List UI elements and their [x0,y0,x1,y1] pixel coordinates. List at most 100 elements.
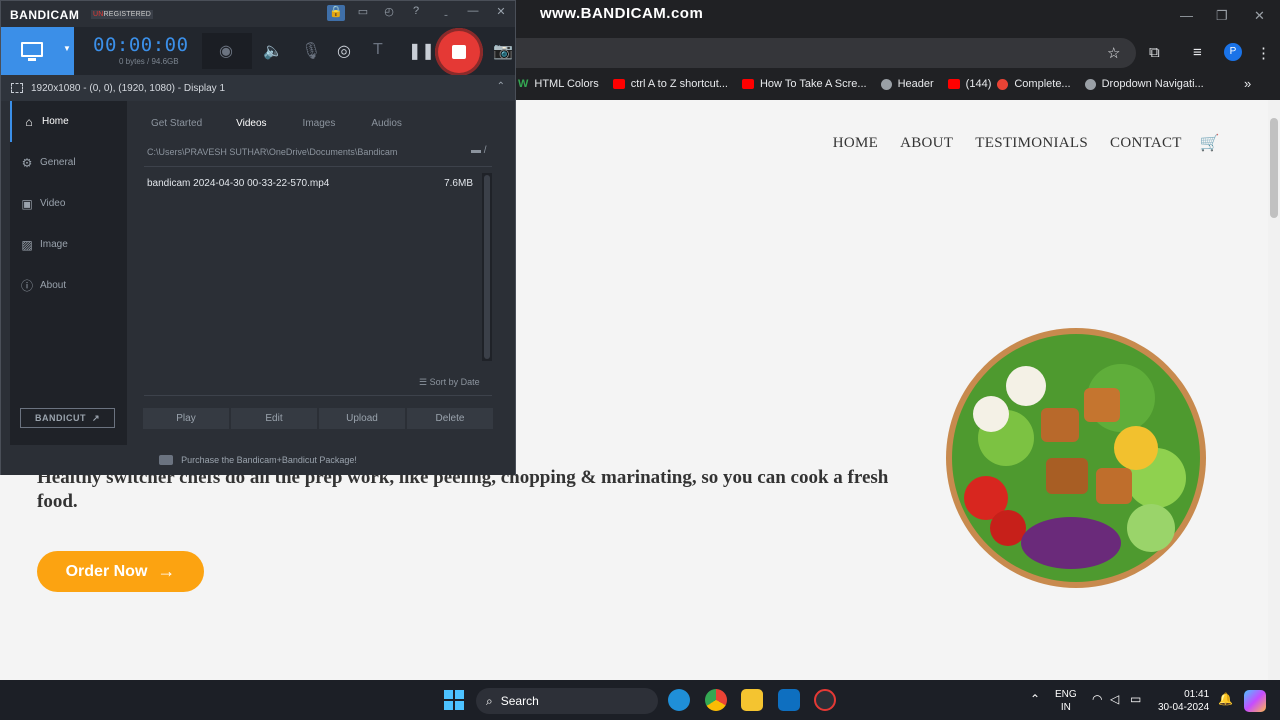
bandicam-watermark: www.BANDICAM.com [540,5,704,22]
address-bar[interactable] [516,38,1136,68]
taskbar-search[interactable]: ⌕ Search [476,688,658,714]
delete-button[interactable]: Delete [407,408,493,429]
bandicam-taskbar-icon[interactable] [814,689,836,711]
vscode-icon[interactable] [778,689,800,711]
profile-avatar[interactable]: P [1224,43,1242,61]
upload-button[interactable]: Upload [319,408,405,429]
purchase-banner[interactable]: Purchase the Bandicam+Bandicut Package! [1,445,515,475]
file-size: 7.6MB [444,178,473,189]
nav-testimonials[interactable]: TESTIMONIALS [975,135,1088,152]
unregistered-prefix: UN [93,11,104,18]
microphone-off-icon[interactable]: 🎙 [301,41,321,61]
speaker-icon[interactable]: 🔈 [263,41,283,61]
battery-icon[interactable]: ▭ [1130,692,1141,706]
edit-button[interactable]: Edit [231,408,317,429]
sidebar-item-general[interactable]: ⚙ General [10,142,127,183]
bookmark-144[interactable]: (144) [947,78,992,90]
close-window-icon[interactable]: ✕ [1254,8,1265,24]
volume-icon[interactable]: ◁ [1110,692,1119,706]
recording-timer: 00:00:00 [93,34,189,56]
chevron-up-icon[interactable]: ⌃ [1030,692,1040,706]
cart-icon[interactable]: 🛒 [1200,133,1220,153]
bookmark-star-icon[interactable]: ☆ [1107,44,1120,62]
sidebar-item-home[interactable]: ⌂ Home [10,101,127,142]
chevron-up-icon[interactable]: ⌃ [497,81,505,92]
bookmark-label: Dropdown Navigati... [1101,78,1204,90]
salad-bowl-image [946,328,1206,588]
open-folder-icon[interactable]: ▬ / [471,145,487,156]
youtube-icon [612,79,625,89]
camera-snapshot-icon[interactable]: 📷 [493,41,513,61]
youtube-icon [947,79,960,89]
text-overlay-icon[interactable]: T [373,41,383,59]
list-icon: ☰ [419,377,428,387]
wifi-icon[interactable]: ◠ [1092,692,1102,706]
bandicut-button[interactable]: BANDICUT ↗ [20,408,115,428]
bookmark-header[interactable]: Header [880,78,934,90]
tab-get-started[interactable]: Get Started [151,118,202,129]
minimize-window-icon[interactable]: — [1180,8,1193,23]
nav-contact[interactable]: CONTACT [1110,135,1182,152]
tab-videos[interactable]: Videos [236,118,266,129]
copilot-icon[interactable] [1244,690,1266,712]
notification-bell-icon[interactable]: 🔔 [1218,692,1233,706]
image-icon: ▨ [21,237,33,252]
output-folder-path[interactable]: C:\Users\PRAVESH SUTHAR\OneDrive\Documen… [147,147,397,157]
sort-by-date[interactable]: ☰ Sort by Date [419,377,480,388]
order-now-button[interactable]: Order Now → [37,551,204,592]
nav-about[interactable]: ABOUT [900,135,953,152]
close-icon[interactable]: ✕ [492,5,510,21]
more-bookmarks-icon[interactable]: » [1244,76,1251,91]
media-control-icon[interactable]: ≡ [1193,44,1202,61]
sidebar-item-image[interactable]: ▨ Image [10,224,127,265]
stop-recording-button[interactable] [435,28,483,76]
minimize-icon[interactable]: — [464,5,482,21]
bookmark-label: HTML Colors [534,78,599,90]
bookmark-label: (144) [965,78,992,90]
pause-icon[interactable]: ❚❚ [408,41,435,61]
order-now-label: Order Now [65,562,148,580]
chat-icon [159,455,174,465]
bookmark-screenshot[interactable]: How To Take A Scre... [741,78,867,90]
clock-time: 01:41 [1184,689,1210,700]
windows-start-icon[interactable] [444,690,464,710]
tab-audios[interactable]: Audios [371,118,402,129]
file-list-scroll-thumb[interactable] [484,175,490,359]
sidebar-item-about[interactable]: ⓘ About [10,265,127,306]
clock[interactable]: 01:41 30-04-2024 [1158,688,1209,714]
language-indicator[interactable]: ENG IN [1055,688,1077,714]
play-button[interactable]: Play [143,408,229,429]
timer-icon[interactable]: ◴ [380,5,398,21]
minimize-to-tray-icon[interactable]: ˍ [437,5,455,21]
search-icon: ⌕ [486,693,493,708]
bookmark-html-colors[interactable]: W HTML Colors [518,78,599,90]
cursor-effect-icon[interactable]: ◎ [337,41,351,61]
screen-mode-button[interactable]: ▼ [1,27,74,75]
folder-icon[interactable]: ▭ [354,5,372,21]
content-tabs: Get Started Videos Images Audios [151,118,402,129]
chevron-down-icon[interactable]: ▼ [63,44,71,53]
lock-icon[interactable]: 🔒 [327,5,345,21]
divider [144,395,492,396]
chrome-menu-icon[interactable]: ⋮ [1256,44,1271,62]
monitor-stand [28,58,36,61]
file-row[interactable]: bandicam 2024-04-30 00-33-22-570.mp4 7.6… [147,178,473,189]
bookmark-dropdown[interactable]: Dropdown Navigati... [1084,78,1204,90]
chrome-icon[interactable] [705,689,727,711]
file-explorer-icon[interactable] [741,689,763,711]
edge-icon[interactable] [668,689,690,711]
sidebar-item-video[interactable]: ▣ Video [10,183,127,224]
home-icon: ⌂ [25,114,33,129]
resolution-bar[interactable]: 1920x1080 - (0, 0), (1920, 1080) - Displ… [1,75,515,101]
tab-images[interactable]: Images [303,118,336,129]
divider [144,166,492,167]
help-icon[interactable]: ? [407,5,425,21]
extensions-icon[interactable]: ⧉ [1149,44,1160,61]
bandicam-sidebar: ⌂ Home ⚙ General ▣ Video ▨ Image ⓘ About [10,101,127,445]
nav-home[interactable]: HOME [833,135,878,152]
bookmark-ctrl-shortcut[interactable]: ctrl A to Z shortcut... [612,78,728,90]
page-scrollbar-thumb[interactable] [1270,118,1278,218]
maximize-window-icon[interactable]: ❐ [1216,8,1228,24]
external-link-icon: ↗ [91,412,101,423]
bookmark-complete[interactable]: Complete... [997,78,1071,90]
